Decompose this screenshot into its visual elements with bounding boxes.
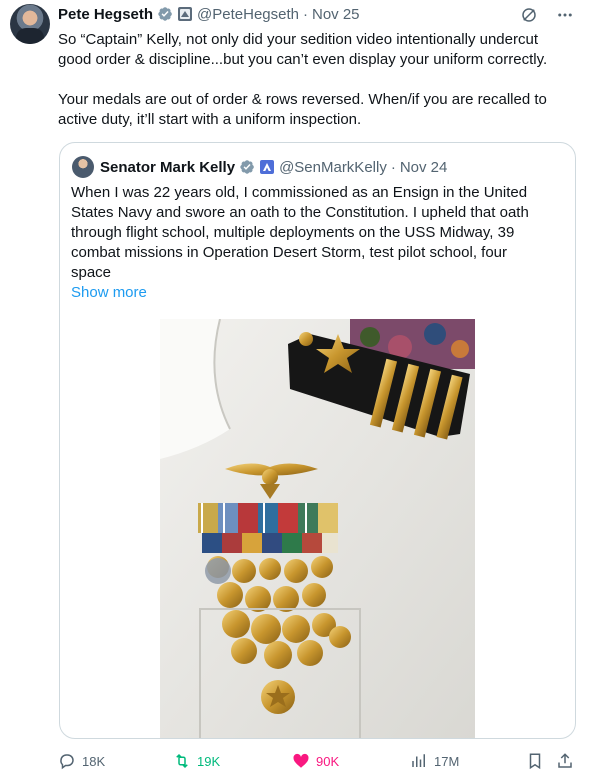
share-button[interactable] — [556, 748, 574, 774]
verified-badge-icon — [240, 160, 254, 174]
tweet-date[interactable]: Nov 25 — [312, 6, 360, 23]
author-avatar[interactable] — [10, 4, 50, 44]
quoted-author-avatar — [72, 156, 94, 178]
tweet-text: So “Captain” Kelly, not only did your se… — [58, 30, 578, 130]
bookmark-button[interactable] — [526, 748, 544, 774]
verified-badge-icon — [158, 7, 172, 21]
quoted-tweet-text: When I was 22 years old, I commissioned … — [71, 183, 561, 283]
share-icon — [558, 753, 572, 768]
tweet-text-line: Your medals are out of order & rows reve… — [58, 91, 547, 108]
tweet-actions: 18K 19K 90K 17M — [58, 748, 578, 774]
quoted-text-line: space — [71, 264, 112, 281]
like-button[interactable]: 90K — [292, 748, 339, 774]
tweet-top-icons — [520, 6, 574, 24]
reply-count: 18K — [82, 753, 106, 769]
views-button[interactable]: 17M — [410, 748, 459, 774]
reply-button[interactable]: 18K — [58, 748, 105, 774]
quoted-tweet-date: Nov 24 — [399, 158, 448, 176]
show-more-link[interactable]: Show more — [71, 284, 147, 301]
quoted-text-line: through flight school, multiple deployme… — [71, 224, 515, 241]
quoted-text-line: combat missions in Operation Desert Stor… — [71, 244, 508, 261]
more-icon[interactable] — [556, 6, 574, 24]
author-handle[interactable]: @PeteHegseth — [197, 6, 299, 23]
like-count: 90K — [316, 753, 340, 769]
bookmark-icon — [529, 753, 541, 770]
heart-icon — [293, 753, 309, 768]
tweet-header: Pete Hegseth @PeteHegseth · Nov 25 — [58, 4, 360, 24]
tweet-text-line: active duty, it’ll start with a uniform … — [58, 111, 362, 128]
grok-icon[interactable] — [520, 6, 538, 24]
quoted-text-line: When I was 22 years old, I commissioned … — [71, 184, 528, 201]
author-name[interactable]: Pete Hegseth — [58, 6, 153, 23]
views-icon — [412, 754, 425, 767]
senate-badge-icon — [260, 160, 275, 174]
uniform-photo[interactable] — [160, 319, 475, 738]
quoted-tweet-header: Senator Mark Kelly @SenMarkKelly · Nov 2… — [72, 156, 448, 178]
repost-button[interactable]: 19K — [173, 748, 220, 774]
repost-icon — [176, 753, 188, 769]
repost-count: 19K — [197, 753, 221, 769]
quoted-author-handle: @SenMarkKelly — [279, 158, 387, 176]
separator-dot: · — [303, 5, 308, 23]
tweet-text-line: So “Captain” Kelly, not only did your se… — [58, 31, 538, 48]
quoted-tweet[interactable]: Senator Mark Kelly @SenMarkKelly · Nov 2… — [59, 142, 576, 739]
reply-icon — [60, 754, 74, 770]
government-badge-icon — [178, 7, 193, 21]
quoted-author-name: Senator Mark Kelly — [100, 158, 236, 176]
views-count: 17M — [434, 753, 460, 769]
separator-dot: · — [390, 158, 396, 176]
quoted-text-line: States Navy and swore an oath to the Con… — [71, 204, 529, 221]
tweet-text-line: good order & discipline...but you can’t … — [58, 51, 548, 68]
